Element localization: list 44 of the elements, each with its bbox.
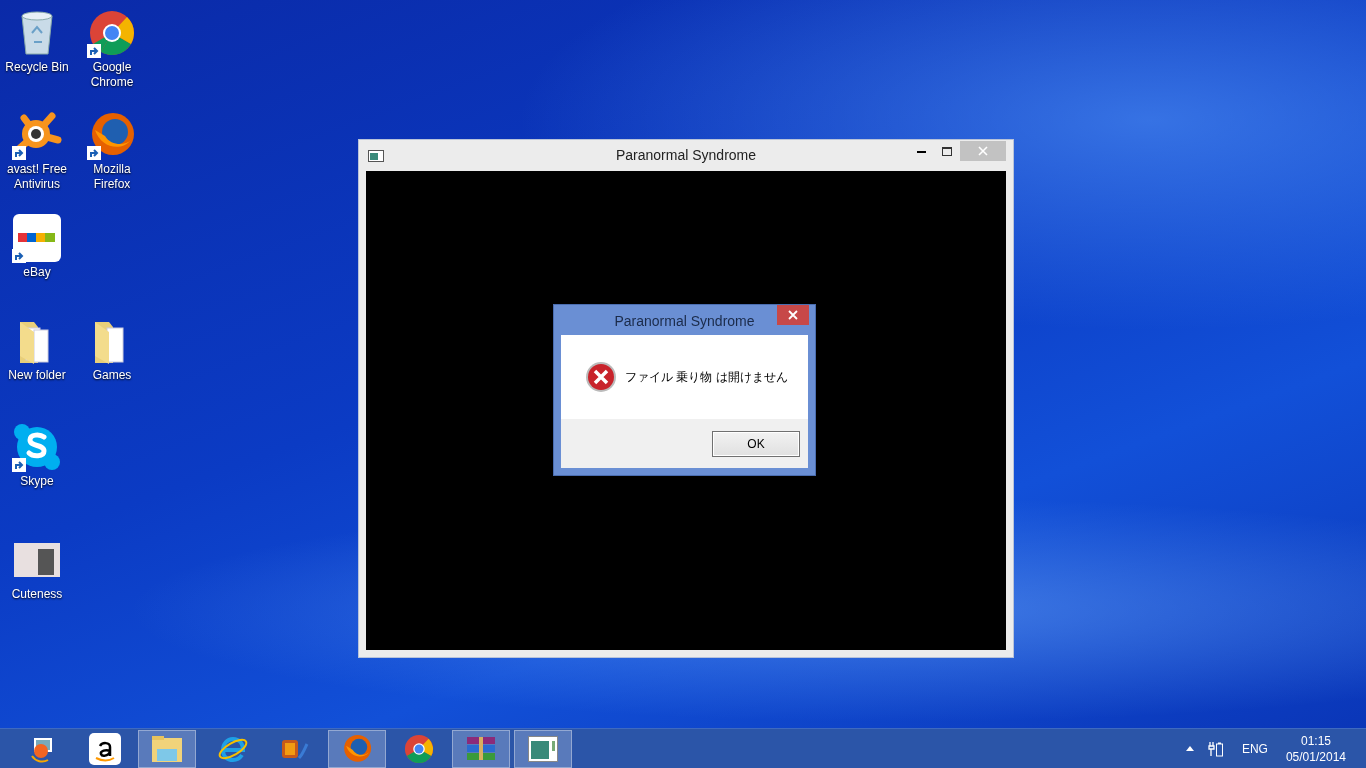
desktop-shortcut[interactable]: Mozilla Firefox: [75, 110, 149, 192]
icon-label: eBay: [23, 265, 51, 280]
book-stack-icon: [465, 734, 497, 763]
icon-label: Cuteness: [11, 587, 63, 602]
shopping-tile-icon: [12, 213, 62, 263]
minimize-icon: [916, 149, 926, 153]
icon-label: avast! Free Antivirus: [7, 162, 67, 192]
error-icon: [585, 361, 617, 393]
ok-button[interactable]: OK: [712, 430, 800, 457]
battery-plug-icon[interactable]: [1207, 740, 1224, 757]
close-button[interactable]: [777, 305, 809, 325]
desktop-shortcut[interactable]: Cuteness: [0, 535, 74, 602]
icon-label: Mozilla Firefox: [93, 162, 131, 192]
browser-icon: [87, 8, 137, 58]
language-indicator[interactable]: ENG: [1241, 739, 1268, 758]
dialog-title: Paranormal Syndrome: [613, 312, 756, 331]
desktop-shortcut[interactable]: avast! Free Antivirus: [0, 110, 74, 192]
clock-time[interactable]: 01:15: [1300, 732, 1331, 749]
icon-label: Google Chrome: [90, 60, 134, 90]
icon-label: Games: [92, 368, 132, 383]
close-icon: [788, 310, 798, 320]
taskbar-app-button[interactable]: [514, 729, 572, 768]
desktop-shortcut[interactable]: Skype: [0, 422, 74, 489]
desktop-shortcut[interactable]: Games: [75, 316, 149, 383]
caret-up-icon: [1185, 746, 1194, 751]
close-icon: [978, 146, 988, 156]
desktop-shortcut[interactable]: New folder: [0, 316, 74, 383]
icon-label: Skype: [20, 474, 54, 489]
browser-icon: [403, 732, 435, 765]
folder-icon: [151, 734, 183, 763]
clock-date[interactable]: 05/01/2014: [1285, 748, 1346, 765]
error-message: ファイル 乗り物 は開けません: [625, 369, 788, 386]
icon-label: Recycle Bin: [5, 60, 69, 75]
window-icon: [528, 735, 558, 762]
window-title: Paranormal Syndrome: [614, 146, 758, 165]
app-window-icon: [368, 149, 384, 162]
maximize-icon: [942, 146, 952, 156]
desktop-shortcut[interactable]: Google Chrome: [75, 8, 149, 90]
desktop-shortcut[interactable]: Recycle Bin: [0, 8, 74, 75]
shopping-icon: [89, 732, 121, 765]
desktop-shortcut[interactable]: eBay: [0, 213, 74, 280]
fox-globe-icon: [341, 732, 373, 765]
icon-label: New folder: [8, 368, 66, 383]
chat-cloud-icon: [12, 422, 62, 472]
